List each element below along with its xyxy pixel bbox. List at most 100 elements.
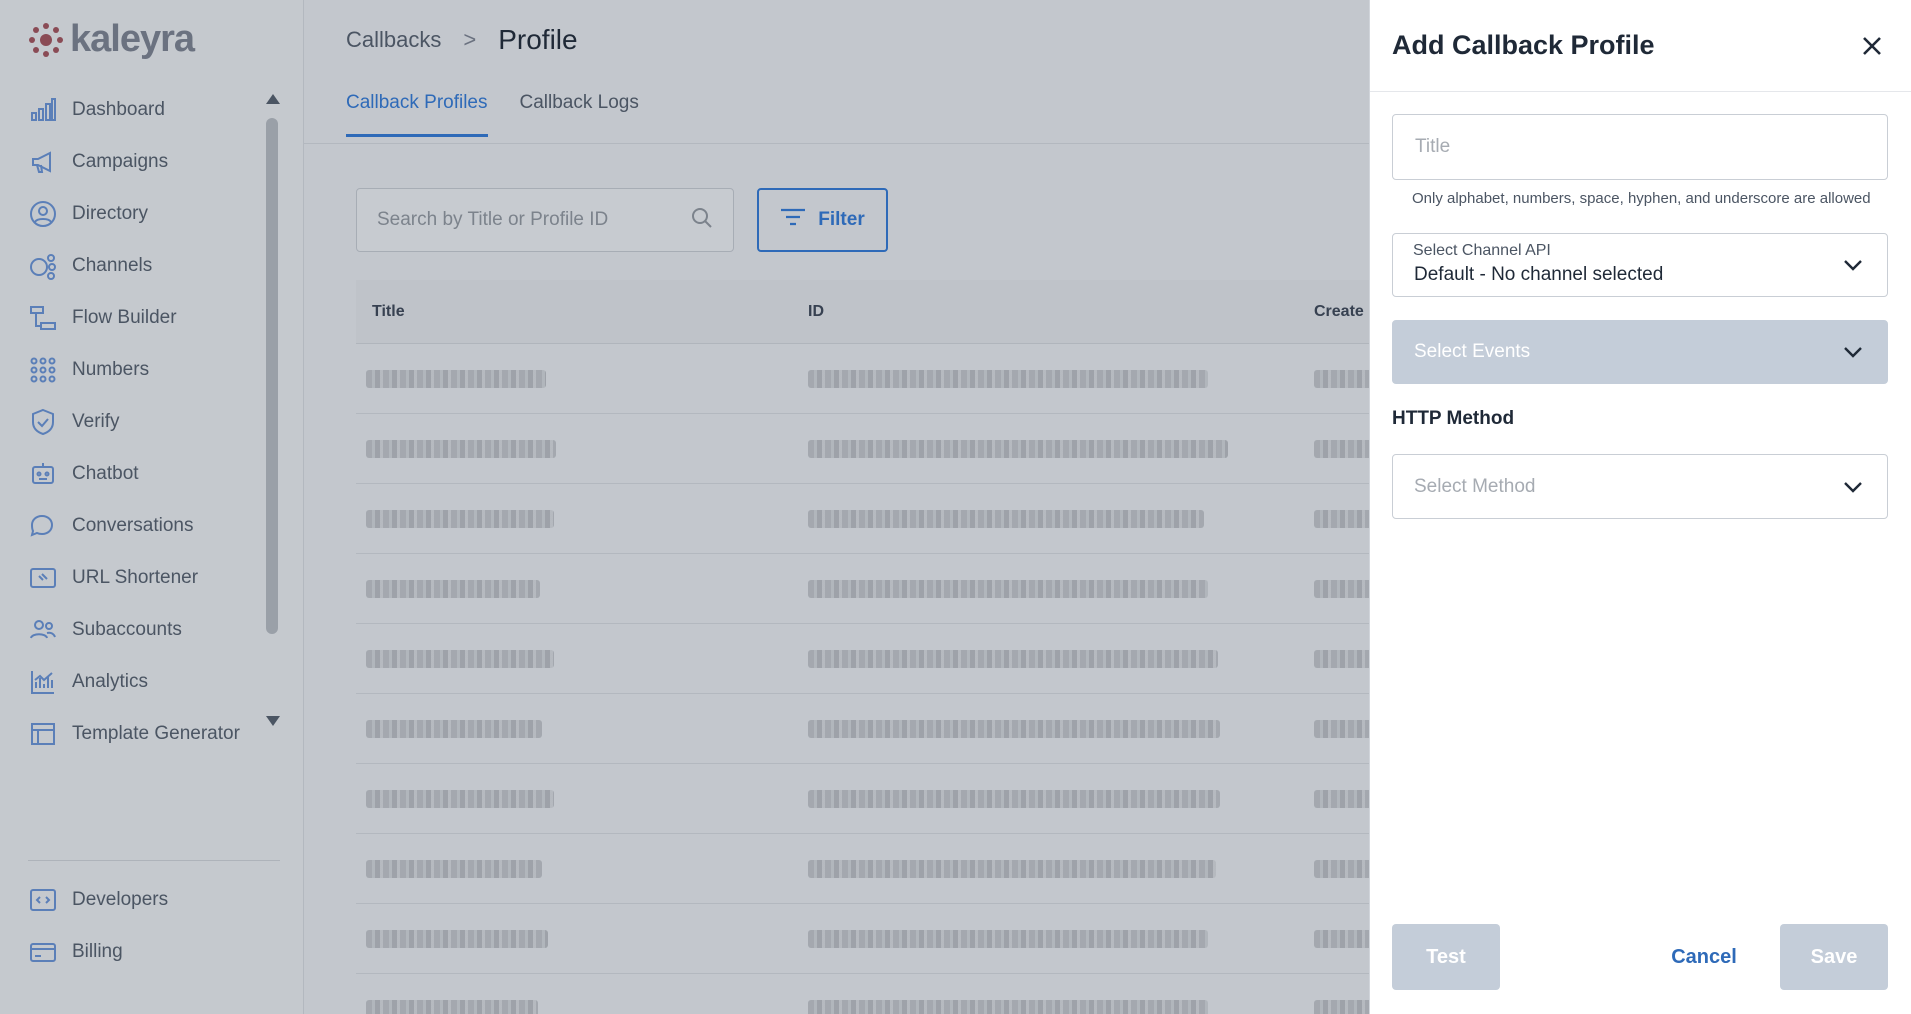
brand-name: kaleyra bbox=[70, 18, 195, 60]
cancel-button[interactable]: Cancel bbox=[1650, 924, 1758, 990]
sidebar-item-label: URL Shortener bbox=[72, 567, 199, 588]
id-cell bbox=[798, 579, 1314, 598]
chevron-down-icon bbox=[1843, 258, 1863, 272]
breadcrumb: Callbacks > Profile bbox=[346, 24, 578, 56]
sidebar-item-numbers[interactable]: Numbers bbox=[28, 344, 264, 396]
title-cell bbox=[356, 579, 798, 598]
breadcrumb-callbacks-link[interactable]: Callbacks bbox=[346, 27, 441, 53]
credit-card-icon bbox=[28, 937, 58, 967]
sidebar-item-billing[interactable]: Billing bbox=[28, 926, 264, 978]
chat-bubbles-icon bbox=[28, 511, 58, 541]
test-button[interactable]: Test bbox=[1392, 924, 1500, 990]
sidebar-item-conversations[interactable]: Conversations bbox=[28, 500, 264, 552]
chevron-down-icon bbox=[1843, 480, 1863, 494]
sidebar-item-label: Campaigns bbox=[72, 151, 169, 172]
sidebar-item-chatbot[interactable]: Chatbot bbox=[28, 448, 264, 500]
code-icon bbox=[28, 885, 58, 915]
id-cell bbox=[798, 789, 1314, 808]
http-method-select[interactable]: Select Method bbox=[1392, 454, 1888, 519]
search-box bbox=[356, 188, 734, 252]
sidebar-item-label: Flow Builder bbox=[72, 307, 177, 328]
template-icon bbox=[28, 719, 58, 749]
link-icon bbox=[28, 563, 58, 593]
dial-pad-icon bbox=[28, 355, 58, 385]
megaphone-icon bbox=[28, 147, 58, 177]
sidebar-item-label: Chatbot bbox=[72, 463, 139, 484]
sidebar-item-verify[interactable]: Verify bbox=[28, 396, 264, 448]
save-button[interactable]: Save bbox=[1780, 924, 1888, 990]
user-circle-icon bbox=[28, 199, 58, 229]
sidebar-item-label: Billing bbox=[72, 941, 123, 962]
title-field bbox=[1392, 114, 1888, 180]
tab-callback-profiles[interactable]: Callback Profiles bbox=[346, 92, 488, 137]
sidebar-item-label: Dashboard bbox=[72, 99, 165, 120]
sidebar-scrollbar[interactable] bbox=[266, 94, 280, 734]
sidebar-item-label: Directory bbox=[72, 203, 149, 224]
channel-api-select[interactable]: Select Channel API Default - No channel … bbox=[1392, 233, 1888, 297]
filter-label: Filter bbox=[818, 209, 865, 230]
sidebar-item-template-generator[interactable]: Template Generator bbox=[28, 708, 264, 760]
sidebar-nav: Dashboard Campaigns Directory Channels F… bbox=[28, 84, 264, 760]
chevron-down-icon bbox=[1843, 345, 1863, 359]
sidebar-item-analytics[interactable]: Analytics bbox=[28, 656, 264, 708]
id-cell bbox=[798, 929, 1314, 948]
sidebar-item-developers[interactable]: Developers bbox=[28, 874, 264, 926]
add-callback-profile-panel: Add Callback Profile Only alphabet, numb… bbox=[1369, 0, 1911, 1014]
column-header-id[interactable]: ID bbox=[798, 303, 1314, 321]
sidebar-item-campaigns[interactable]: Campaigns bbox=[28, 136, 264, 188]
events-placeholder: Select Events bbox=[1414, 341, 1531, 362]
sidebar-item-flow-builder[interactable]: Flow Builder bbox=[28, 292, 264, 344]
id-cell bbox=[798, 369, 1314, 388]
sidebar-item-label: Numbers bbox=[72, 359, 150, 380]
id-cell bbox=[798, 509, 1314, 528]
tab-callback-logs[interactable]: Callback Logs bbox=[520, 92, 639, 137]
sidebar-item-label: Channels bbox=[72, 255, 153, 276]
sidebar-bottom-nav: Developers Billing bbox=[28, 874, 264, 978]
filter-icon bbox=[780, 207, 806, 233]
sidebar-divider bbox=[28, 860, 280, 861]
title-cell bbox=[356, 859, 798, 878]
title-cell bbox=[356, 719, 798, 738]
title-input[interactable] bbox=[1393, 115, 1887, 179]
sidebar-item-dashboard[interactable]: Dashboard bbox=[28, 84, 264, 136]
kaleyra-logo-mark-icon bbox=[28, 22, 64, 58]
http-method-placeholder: Select Method bbox=[1414, 475, 1536, 497]
title-cell bbox=[356, 929, 798, 948]
search-icon[interactable] bbox=[691, 207, 713, 234]
channel-api-value: Default - No channel selected bbox=[1414, 264, 1664, 285]
scrollbar-thumb[interactable] bbox=[266, 118, 278, 634]
sidebar-item-label: Subaccounts bbox=[72, 619, 182, 640]
search-input[interactable] bbox=[377, 209, 677, 231]
scroll-up-arrow-icon[interactable] bbox=[266, 94, 280, 104]
bar-chart-icon bbox=[28, 95, 58, 125]
title-cell bbox=[356, 439, 798, 458]
events-select[interactable]: Select Events bbox=[1392, 320, 1888, 384]
sidebar-item-subaccounts[interactable]: Subaccounts bbox=[28, 604, 264, 656]
sidebar-item-label: Verify bbox=[72, 411, 120, 432]
robot-icon bbox=[28, 459, 58, 489]
column-header-title[interactable]: Title bbox=[356, 303, 798, 321]
kaleyra-logo[interactable]: kaleyra bbox=[28, 18, 195, 61]
id-cell bbox=[798, 719, 1314, 738]
title-cell bbox=[356, 999, 798, 1014]
sidebar-item-label: Developers bbox=[72, 889, 169, 910]
sidebar-item-label: Conversations bbox=[72, 515, 194, 536]
title-cell bbox=[356, 509, 798, 528]
sidebar-item-directory[interactable]: Directory bbox=[28, 188, 264, 240]
scroll-down-arrow-icon[interactable] bbox=[266, 716, 280, 726]
title-hint: Only alphabet, numbers, space, hyphen, a… bbox=[1412, 190, 1871, 207]
close-icon[interactable] bbox=[1857, 31, 1887, 61]
sidebar-item-url-shortener[interactable]: URL Shortener bbox=[28, 552, 264, 604]
filter-button[interactable]: Filter bbox=[757, 188, 888, 252]
title-cell bbox=[356, 649, 798, 668]
sidebar-item-channels[interactable]: Channels bbox=[28, 240, 264, 292]
sidebar-item-label: Analytics bbox=[72, 671, 149, 692]
chevron-right-icon: > bbox=[463, 27, 477, 52]
id-cell bbox=[798, 999, 1314, 1014]
users-icon bbox=[28, 615, 58, 645]
title-cell bbox=[356, 369, 798, 388]
sidebar: kaleyra Dashboard Campaigns Directory Ch… bbox=[0, 0, 304, 1014]
tabs: Callback Profiles Callback Logs bbox=[346, 92, 639, 137]
shield-check-icon bbox=[28, 407, 58, 437]
id-cell bbox=[798, 649, 1314, 668]
